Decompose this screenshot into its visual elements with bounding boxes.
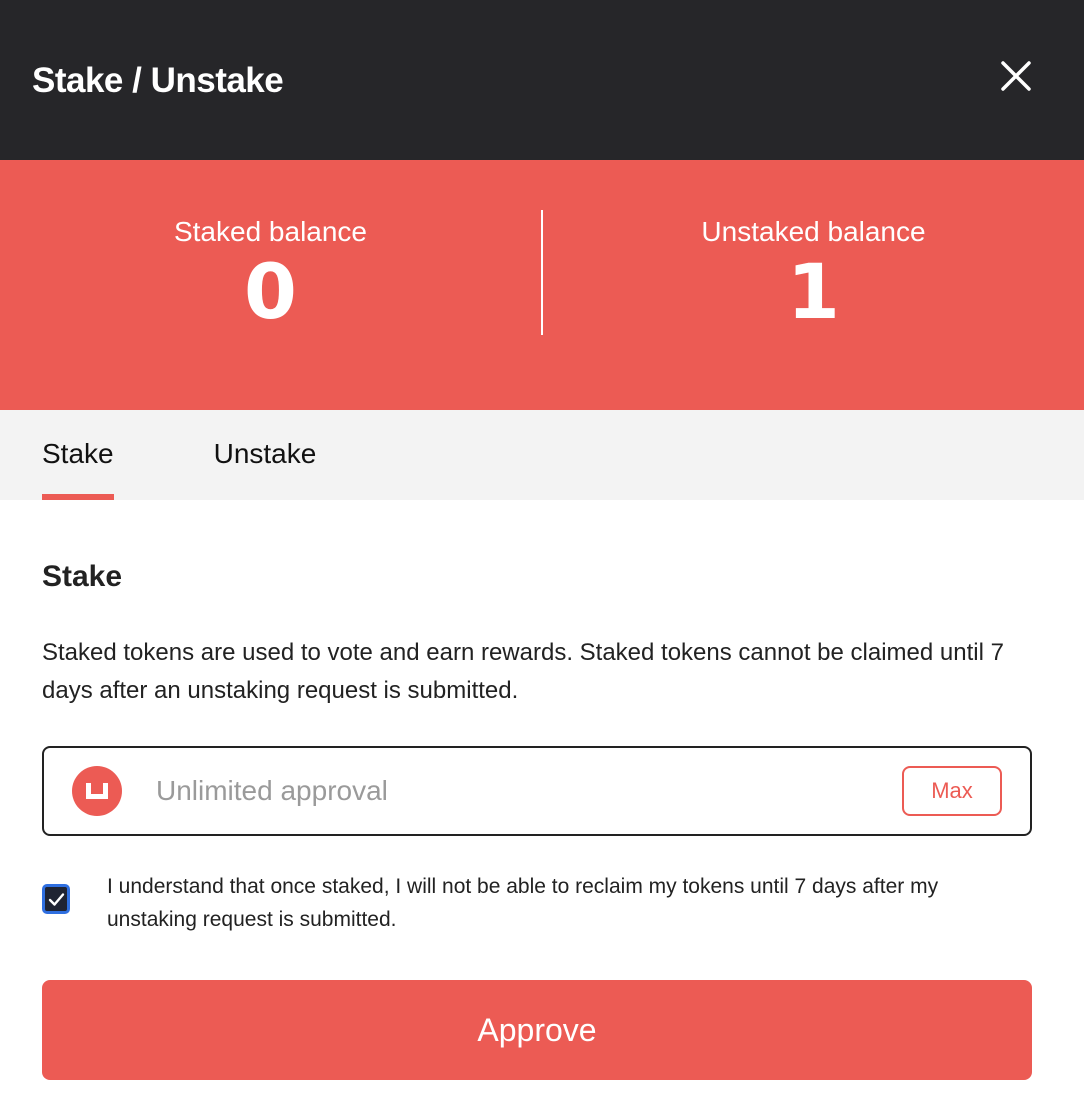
close-icon	[1001, 61, 1031, 91]
consent-row: I understand that once staked, I will no…	[42, 870, 1032, 936]
staked-balance: Staked balance 0	[0, 160, 541, 410]
tab-stake[interactable]: Stake	[42, 410, 114, 500]
balance-panel: Staked balance 0 Unstaked balance 1	[0, 160, 1084, 410]
modal-header: Stake / Unstake	[0, 0, 1084, 160]
approve-button[interactable]: Approve	[42, 980, 1032, 1080]
modal-title: Stake / Unstake	[32, 61, 284, 100]
token-logo-icon	[72, 766, 122, 816]
max-button[interactable]: Max	[902, 766, 1002, 816]
close-button[interactable]	[998, 58, 1034, 94]
consent-text: I understand that once staked, I will no…	[107, 875, 939, 931]
stake-description: Staked tokens are used to vote and earn …	[42, 639, 1004, 704]
staked-balance-label: Staked balance	[173, 216, 368, 247]
checkmark-icon	[48, 893, 65, 906]
consent-checkbox[interactable]	[42, 884, 70, 914]
amount-field: Max	[42, 746, 1032, 836]
staked-balance-value: 0	[244, 247, 297, 336]
unstaked-balance-label: Unstaked balance	[701, 216, 926, 247]
unstaked-balance-value: 1	[787, 247, 840, 336]
stake-heading: Stake	[42, 560, 123, 593]
amount-input[interactable]	[156, 766, 902, 816]
tab-unstake[interactable]: Unstake	[214, 410, 317, 500]
tab-bar: Stake Unstake	[0, 410, 1084, 500]
unstaked-balance: Unstaked balance 1	[543, 160, 1084, 410]
